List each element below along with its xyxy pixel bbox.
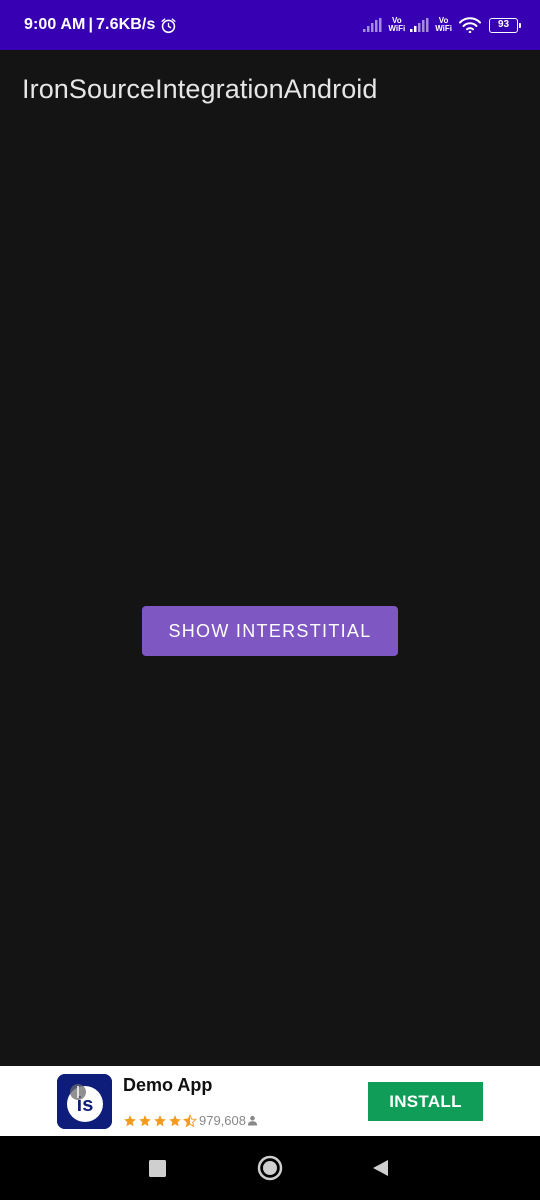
show-interstitial-button[interactable]: SHOW INTERSTITIAL <box>142 606 398 656</box>
star-icon <box>124 1114 136 1126</box>
ad-banner[interactable]: is Demo App 979,608 INSTALL <box>0 1066 540 1136</box>
app-logo-icon[interactable]: is <box>57 1074 112 1129</box>
app-screen: 9:00 AM | 7.6KB/s Vo WiFi Vo WiFi 93 Iro… <box>0 0 540 1200</box>
vowifi-indicator-2: Vo WiFi <box>435 17 452 33</box>
person-icon <box>247 1115 258 1126</box>
ad-rating: 979,608 <box>123 1113 258 1128</box>
app-title: IronSourceIntegrationAndroid <box>22 74 378 104</box>
star-half-icon <box>183 1113 197 1127</box>
back-button[interactable] <box>364 1152 396 1184</box>
status-network-speed: 7.6KB/s <box>96 16 156 33</box>
vowifi-bottom-label: WiFi <box>435 24 452 33</box>
app-logo-graphic: is <box>57 1074 112 1129</box>
rating-count: 979,608 <box>199 1113 246 1128</box>
vowifi-indicator-1: Vo WiFi <box>388 17 405 33</box>
navigation-bar <box>0 1136 540 1200</box>
rating-stars <box>123 1113 197 1128</box>
ad-app-name[interactable]: Demo App <box>123 1075 212 1096</box>
star-icon <box>169 1114 181 1126</box>
battery-level: 93 <box>497 18 510 30</box>
status-time: 9:00 AM <box>24 16 86 33</box>
star-icon <box>154 1114 166 1126</box>
battery-icon: 93 <box>489 17 521 33</box>
status-left: 9:00 AM | 7.6KB/s <box>24 16 177 34</box>
star-icon <box>139 1114 151 1126</box>
install-button[interactable]: INSTALL <box>368 1082 483 1121</box>
back-icon <box>373 1160 388 1176</box>
status-separator: | <box>88 16 94 33</box>
wifi-icon <box>459 17 481 33</box>
signal-icon <box>363 18 382 32</box>
status-right: Vo WiFi Vo WiFi 93 <box>363 17 521 33</box>
recents-icon <box>148 1159 166 1177</box>
home-button[interactable] <box>254 1152 286 1184</box>
home-icon <box>257 1155 283 1181</box>
signal-icon <box>410 18 429 32</box>
status-bar: 9:00 AM | 7.6KB/s Vo WiFi Vo WiFi 93 <box>0 0 540 50</box>
vowifi-bottom-label: WiFi <box>388 24 406 33</box>
recents-button[interactable] <box>141 1152 173 1184</box>
alarm-icon <box>161 17 177 33</box>
